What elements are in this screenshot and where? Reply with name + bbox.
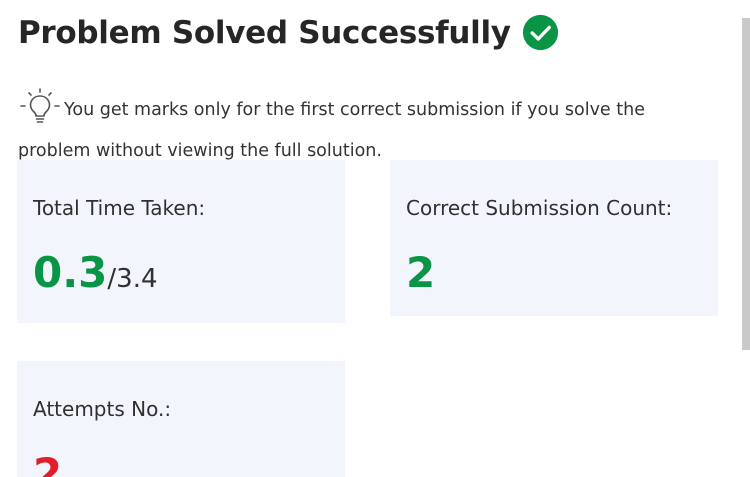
attempts-value: 2 — [33, 449, 63, 477]
page-title: Problem Solved Successfully — [18, 14, 511, 51]
total-time-value: 0.3/3.4 — [33, 248, 158, 297]
time-taken-value: 0.3 — [33, 248, 108, 297]
attempts-card: Attempts No.: 2 — [17, 361, 345, 477]
scrollbar[interactable] — [742, 18, 750, 350]
check-circle-icon — [522, 14, 558, 51]
lightbulb-icon — [20, 88, 60, 123]
time-limit-value: /3.4 — [107, 264, 158, 294]
page-header: Problem Solved Successfully — [18, 14, 559, 51]
attempts-label: Attempts No.: — [33, 397, 172, 421]
correct-submission-value: 2 — [406, 248, 436, 297]
total-time-card: Total Time Taken: 0.3/3.4 — [17, 160, 345, 323]
correct-submission-card: Correct Submission Count: 2 — [390, 160, 718, 316]
total-time-label: Total Time Taken: — [33, 196, 206, 220]
correct-submission-label: Correct Submission Count: — [406, 196, 673, 220]
tip-text: You get marks only for the first correct… — [18, 100, 645, 161]
